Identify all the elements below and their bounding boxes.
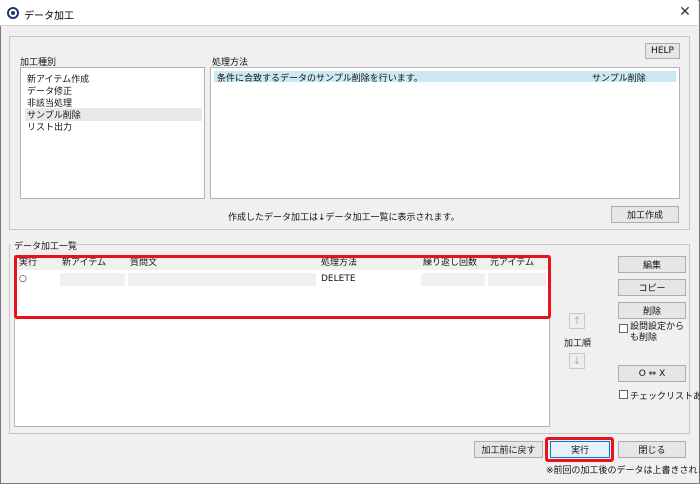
app-logo-icon bbox=[7, 7, 19, 19]
close-button[interactable]: 閉じる bbox=[618, 441, 686, 458]
create-processing-button[interactable]: 加工作成 bbox=[611, 206, 679, 223]
type-item-list-output[interactable]: リスト出力 bbox=[27, 120, 72, 133]
order-label: 加工順 bbox=[564, 339, 592, 349]
close-window-button[interactable]: ✕ bbox=[676, 3, 694, 21]
edit-button[interactable]: 編集 bbox=[618, 256, 686, 273]
highlight-box-list bbox=[14, 255, 551, 319]
section-left-border bbox=[9, 244, 10, 434]
method-name: サンプル削除 bbox=[592, 74, 646, 84]
revert-button[interactable]: 加工前に戻す bbox=[474, 441, 543, 458]
method-description: 条件に合致するデータのサンプル削除を行います。 bbox=[217, 74, 423, 84]
overwrite-note: ※前回の加工後のデータは上書きされます。 bbox=[546, 466, 700, 476]
checklist-checkbox[interactable] bbox=[619, 390, 628, 399]
o-x-toggle-button[interactable]: O ⇔ X bbox=[618, 365, 686, 382]
highlight-box-execute bbox=[545, 437, 614, 462]
title-bar: データ加工 ✕ bbox=[0, 0, 698, 26]
section-bottom-border bbox=[9, 433, 690, 434]
help-button[interactable]: HELP bbox=[645, 43, 680, 59]
move-down-button[interactable]: ↓ bbox=[569, 353, 585, 369]
processing-list-title: データ加工一覧 bbox=[14, 242, 78, 252]
window-title: データ加工 bbox=[24, 11, 74, 22]
delete-button[interactable]: 削除 bbox=[618, 302, 686, 319]
delete-from-settings-label: 設問設定からも削除 bbox=[630, 322, 685, 343]
checklist-label: チェックリストあり bbox=[630, 392, 700, 402]
info-text: 作成したデータ加工は↓データ加工一覧に表示されます。 bbox=[228, 213, 460, 223]
method-row[interactable]: 条件に合致するデータのサンプル削除を行います。 サンプル削除 bbox=[214, 71, 676, 84]
processing-type-list[interactable]: 新アイテム作成 データ修正 非該当処理 サンプル削除 リスト出力 bbox=[20, 67, 205, 199]
section-divider bbox=[70, 244, 689, 245]
move-up-button[interactable]: ↑ bbox=[569, 313, 585, 329]
copy-button[interactable]: コピー bbox=[618, 279, 686, 296]
method-list[interactable]: 条件に合致するデータのサンプル削除を行います。 サンプル削除 bbox=[210, 67, 680, 199]
delete-from-settings-checkbox[interactable] bbox=[619, 324, 628, 333]
section-right-border bbox=[689, 244, 690, 434]
